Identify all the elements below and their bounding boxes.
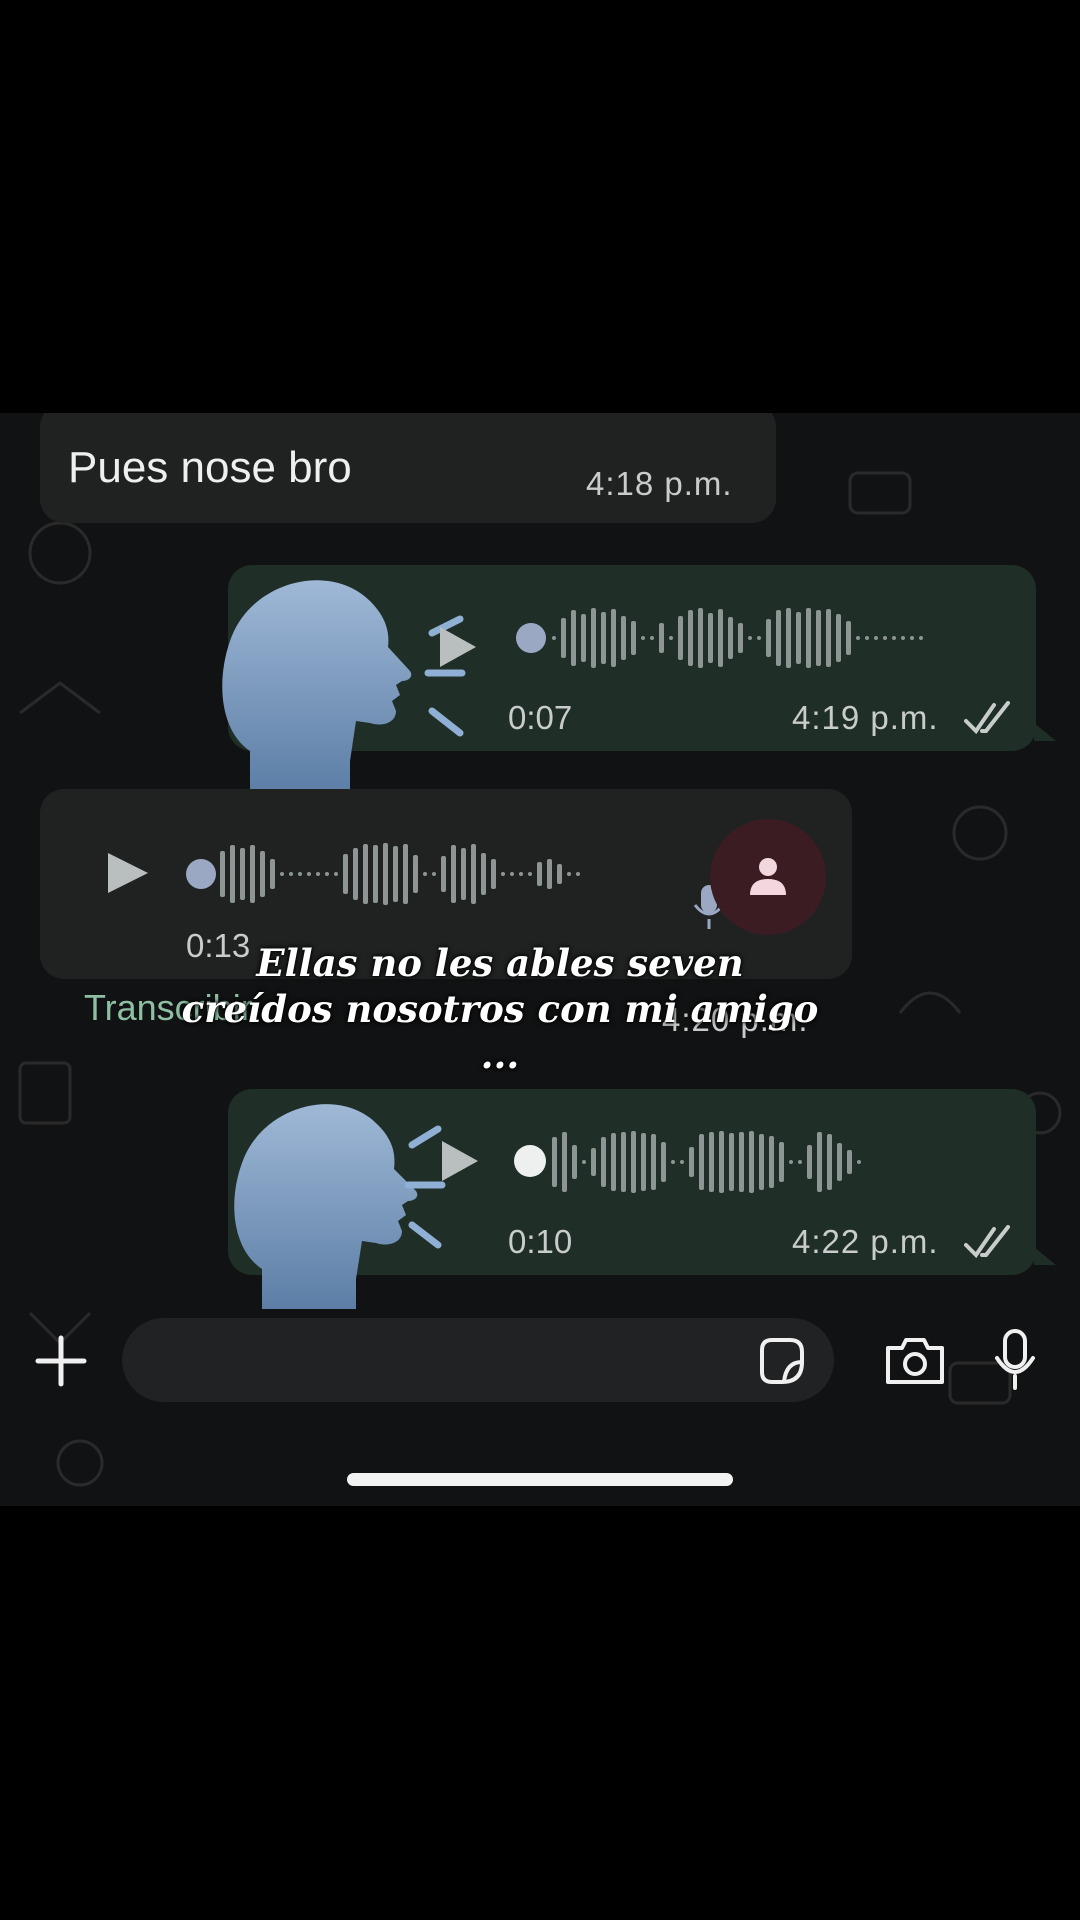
voice-progress-knob[interactable] bbox=[516, 623, 546, 653]
bubble-tail bbox=[1034, 723, 1056, 741]
voice-duration: 0:07 bbox=[508, 699, 573, 736]
message-time: 4:18 p.m. bbox=[586, 465, 733, 502]
speaking-head-emoji bbox=[234, 1104, 446, 1309]
home-indicator[interactable] bbox=[347, 1473, 733, 1486]
double-check-icon bbox=[964, 1225, 1010, 1259]
voice-progress-knob[interactable] bbox=[186, 859, 216, 889]
play-icon[interactable] bbox=[104, 849, 152, 897]
person-icon bbox=[750, 858, 786, 895]
sticker-icon[interactable] bbox=[756, 1336, 806, 1386]
bubble-tail bbox=[1034, 1247, 1056, 1265]
microphone-icon[interactable] bbox=[992, 1328, 1038, 1392]
voice-waveform[interactable] bbox=[220, 839, 585, 909]
speaking-head-emoji bbox=[222, 580, 466, 793]
voice-duration: 0:10 bbox=[508, 1223, 573, 1260]
double-check-icon bbox=[964, 701, 1010, 735]
play-icon[interactable] bbox=[434, 1137, 482, 1185]
plus-icon[interactable] bbox=[34, 1334, 88, 1388]
message-bubble-incoming[interactable]: Pues nose bro 4:18 p.m. bbox=[40, 413, 776, 523]
message-time: 4:19 p.m. bbox=[792, 699, 939, 736]
play-icon[interactable] bbox=[432, 623, 480, 671]
message-text: Pues nose bro bbox=[68, 443, 352, 492]
overlay-caption: Ellas no les ables seven creídos nosotro… bbox=[181, 941, 819, 1077]
camera-icon[interactable] bbox=[884, 1334, 946, 1386]
voice-waveform[interactable] bbox=[552, 1127, 866, 1197]
message-input[interactable] bbox=[122, 1318, 834, 1402]
sender-avatar[interactable] bbox=[710, 819, 826, 935]
message-time: 4:22 p.m. bbox=[792, 1223, 939, 1260]
voice-waveform[interactable] bbox=[552, 603, 928, 673]
voice-progress-knob[interactable] bbox=[514, 1145, 546, 1177]
